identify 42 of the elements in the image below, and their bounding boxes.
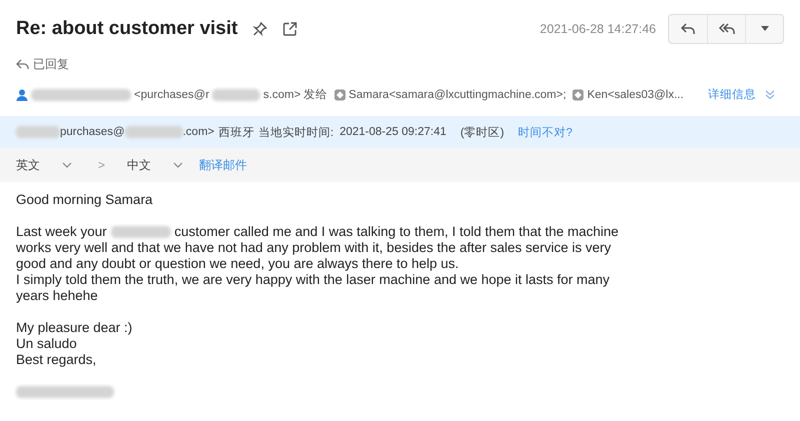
body-text: good and any doubt or question we need, you are always there to help us.	[16, 256, 460, 272]
contact-icon	[572, 88, 584, 100]
pin-icon[interactable]	[252, 21, 268, 37]
reply-icon	[16, 59, 29, 70]
local-time: 2021-08-25 09:27:41	[340, 126, 446, 138]
target-language-select[interactable]: 中文	[127, 156, 184, 174]
sent-to-label: 发给	[304, 88, 328, 102]
closing-text: Best regards,	[16, 352, 98, 368]
recipient[interactable]: Samara<samara@lxcuttingmachine.com>;	[348, 88, 566, 100]
country: 西班牙	[218, 126, 254, 140]
sender-address: purchases@	[60, 126, 125, 138]
reply-all-icon	[718, 22, 736, 36]
reply-icon	[680, 22, 696, 36]
contact-icon	[334, 88, 346, 100]
closing-text: My pleasure dear :)	[16, 320, 134, 336]
timezone: (零时区)	[460, 126, 504, 140]
source-language-select[interactable]: 英文	[16, 156, 72, 174]
chevron-icon	[173, 160, 184, 170]
redacted-text	[16, 126, 60, 138]
arrow-text: >	[98, 158, 106, 172]
body-text: I simply told them the truth, we are very happy with the laser machine and we hope it lasts for many	[16, 272, 611, 288]
body-text: years hehehe	[16, 288, 99, 304]
email-date: 2021-06-28 14:27:46	[540, 22, 656, 36]
body-text: customer called me and I was talking to them, I told them that the machine	[174, 224, 619, 239]
external-link-icon[interactable]	[282, 21, 298, 37]
greeting: Good morning Samara	[16, 192, 154, 208]
redacted-text	[212, 88, 260, 100]
closing-text: Un saludo	[16, 336, 78, 352]
redacted-text	[110, 226, 171, 238]
recipient[interactable]: Ken<sales03@lx...	[587, 88, 684, 100]
body-text: Last week your	[16, 224, 107, 239]
body-text: works very well and that we have not had any problem with it, besides the after sales service is very	[16, 240, 612, 256]
sender-address: .com>	[182, 126, 214, 138]
redacted-text	[124, 126, 183, 138]
sender-address: s.com>	[263, 88, 301, 100]
chevron-icon	[62, 160, 72, 170]
caret-icon	[760, 26, 770, 32]
person-icon	[16, 88, 28, 100]
email-subject: Re: about customer visit	[16, 18, 238, 40]
replied-status: 已回复	[33, 56, 69, 73]
local-time-label: 当地实时时间:	[258, 125, 334, 140]
sender-address: <purchases@r	[134, 88, 210, 100]
